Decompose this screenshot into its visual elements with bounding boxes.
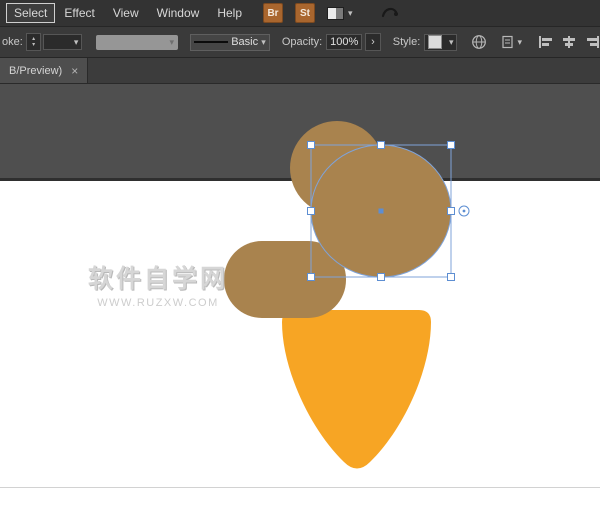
align-right-button[interactable] <box>584 35 600 49</box>
document-tab[interactable]: B/Preview) × <box>0 58 89 83</box>
transform-reference-widget[interactable] <box>458 205 470 217</box>
arrange-documents-button[interactable]: ▾ <box>327 6 353 20</box>
menu-window[interactable]: Window <box>148 4 209 22</box>
document-tab-bar: B/Preview) × <box>0 58 600 84</box>
chevron-down-icon: ▾ <box>517 36 522 47</box>
grid-icon <box>327 6 344 20</box>
stroke-label: oke: <box>2 36 23 48</box>
chevron-down-icon: ▾ <box>261 36 266 47</box>
opacity-label[interactable]: Opacity: <box>282 36 322 48</box>
selection-center-anchor[interactable] <box>378 208 384 214</box>
chevron-down-icon: ▾ <box>169 36 175 47</box>
artboard-bottom-edge <box>0 487 600 488</box>
stroke-weight-stepper[interactable]: ▴ ▾ <box>25 33 42 51</box>
globe-icon <box>472 35 487 49</box>
stepper-down-icon[interactable]: ▾ <box>32 42 35 48</box>
width-profile-dropdown[interactable]: ▾ <box>96 34 179 50</box>
more-icon: › <box>371 36 375 48</box>
chevron-down-icon: ▾ <box>348 7 353 18</box>
artwork-layer <box>224 121 470 469</box>
align-buttons <box>538 35 600 49</box>
menu-effect[interactable]: Effect <box>55 4 103 22</box>
align-left-button[interactable] <box>538 35 554 49</box>
close-icon[interactable]: × <box>71 65 78 77</box>
opacity-value-field[interactable]: 100% <box>326 34 363 50</box>
opacity-value: 100% <box>330 36 359 48</box>
menu-view[interactable]: View <box>104 4 148 22</box>
document-setup-button[interactable]: ▾ <box>501 35 522 49</box>
style-label: Style: <box>392 36 421 48</box>
menu-help[interactable]: Help <box>208 4 251 22</box>
align-center-button[interactable] <box>561 35 577 49</box>
menu-select[interactable]: Select <box>6 3 56 23</box>
selection-handle[interactable] <box>307 273 315 281</box>
document-icon <box>502 35 514 49</box>
document-tab-label: B/Preview) <box>9 64 63 77</box>
selection-handle[interactable] <box>447 207 455 215</box>
opacity-panel-button[interactable]: › <box>365 33 381 51</box>
acorn-body-shape[interactable] <box>282 310 431 469</box>
gesture-icon[interactable] <box>381 5 399 21</box>
graphic-styles-button[interactable]: St <box>295 3 315 23</box>
style-dropdown[interactable]: ▾ <box>424 33 458 51</box>
selection-handle[interactable] <box>377 273 385 281</box>
stroke-weight-dropdown[interactable]: ▾ <box>43 34 83 50</box>
canvas[interactable]: 软件自学网 WWW.RUZXW.COM <box>0 84 600 508</box>
brush-stroke-preview <box>194 41 229 43</box>
menu-bar: Select Effect View Window Help Br St ▾ <box>0 0 600 26</box>
brush-definition-dropdown[interactable]: Basic ▾ <box>190 33 270 51</box>
document-info-button[interactable] <box>471 34 487 50</box>
chevron-down-icon: ▾ <box>448 36 454 47</box>
selection-handle[interactable] <box>447 273 455 281</box>
selection-handle[interactable] <box>307 141 315 149</box>
brush-name: Basic <box>231 36 259 48</box>
selection-handle[interactable] <box>377 141 385 149</box>
style-swatch <box>428 35 443 49</box>
control-bar: oke: ▴ ▾ ▾ ▾ Basic ▾ Opacity: 100% › Sty… <box>0 26 600 58</box>
chevron-down-icon: ▾ <box>73 36 79 47</box>
selection-handle[interactable] <box>307 207 315 215</box>
brushes-button[interactable]: Br <box>263 3 283 23</box>
selection-handle[interactable] <box>447 141 455 149</box>
